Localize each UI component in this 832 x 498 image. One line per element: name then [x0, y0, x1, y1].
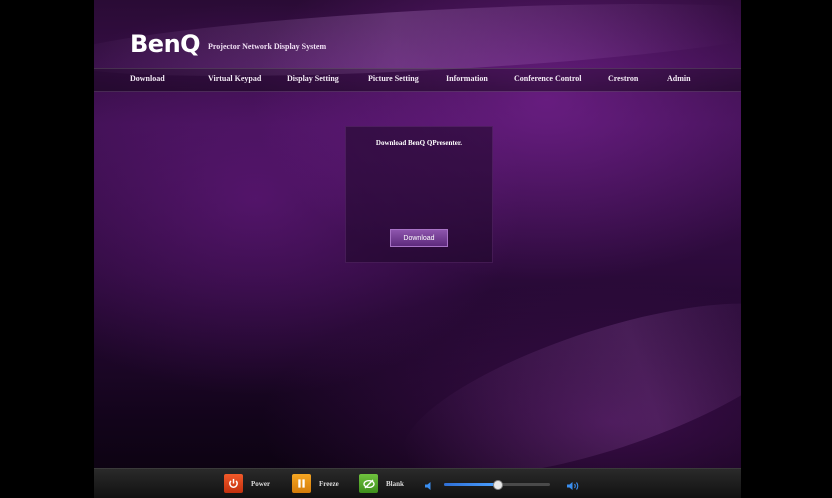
header: BenQ Projector Network Display System: [94, 0, 741, 68]
blank-button[interactable]: Blank: [359, 474, 404, 493]
blank-icon: [359, 474, 378, 493]
nav-item-download[interactable]: Download: [130, 74, 165, 83]
download-panel: Download BenQ QPresenter. Download: [345, 126, 493, 263]
nav-item-admin[interactable]: Admin: [667, 74, 691, 83]
blank-label: Blank: [386, 479, 404, 488]
freeze-button[interactable]: Freeze: [292, 474, 339, 493]
page-background: BenQ Projector Network Display System Do…: [94, 0, 741, 497]
power-label: Power: [251, 479, 271, 488]
nav-item-picture-setting[interactable]: Picture Setting: [368, 74, 419, 83]
nav-item-information[interactable]: Information: [446, 74, 488, 83]
volume-down-icon[interactable]: [424, 478, 433, 496]
volume-slider-knob[interactable]: [493, 480, 503, 490]
download-button[interactable]: Download: [390, 229, 448, 247]
header-subtitle: Projector Network Display System: [208, 42, 327, 51]
control-bar: Power Freeze Blank: [94, 468, 741, 498]
panel-title: Download BenQ QPresenter.: [375, 139, 463, 147]
freeze-label: Freeze: [319, 479, 339, 488]
pause-icon: [292, 474, 311, 493]
nav-item-crestron[interactable]: Crestron: [608, 74, 638, 83]
nav-item-display-setting[interactable]: Display Setting: [287, 74, 339, 83]
benq-logo: BenQ: [130, 30, 201, 58]
nav-item-virtual-keypad[interactable]: Virtual Keypad: [208, 74, 261, 83]
power-button[interactable]: Power: [224, 474, 270, 493]
volume-up-icon[interactable]: [566, 478, 580, 496]
main-nav: Download Virtual Keypad Display Setting …: [94, 68, 741, 92]
nav-item-conference-control[interactable]: Conference Control: [514, 74, 581, 83]
volume-slider-fill: [444, 483, 497, 486]
volume-slider[interactable]: [444, 480, 550, 490]
power-icon: [224, 474, 243, 493]
decorative-swoosh: [385, 268, 741, 497]
